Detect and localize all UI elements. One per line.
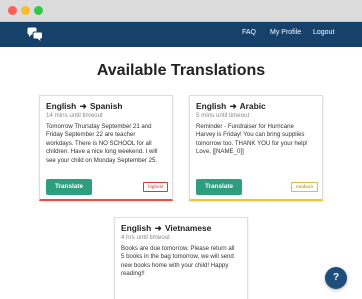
target-language: Spanish — [89, 101, 123, 111]
timeout-text: 4 hrs until timeout — [121, 234, 170, 241]
timeout-text: 14 mins until timeout — [46, 112, 103, 119]
navbar: FAQ My Profile Logout — [0, 22, 362, 47]
card-title: English ➜ Spanish — [46, 101, 123, 111]
source-language: English — [196, 101, 227, 111]
minimize-window-icon[interactable] — [21, 6, 30, 15]
nav-link-my-profile[interactable]: My Profile — [270, 29, 301, 36]
source-language: English — [46, 101, 77, 111]
page-title: Available Translations — [96, 62, 266, 79]
arrow-right-icon: ➜ — [154, 223, 162, 233]
arrow-right-icon: ➜ — [79, 101, 87, 111]
translation-card: English ➜ Arabic 5 mins until timeout Re… — [189, 95, 323, 201]
maximize-window-icon[interactable] — [34, 6, 43, 15]
chat-bubbles-icon[interactable] — [27, 27, 43, 41]
target-language: Arabic — [239, 101, 266, 111]
message-text: Tomorrow Thursday September 21 and Frida… — [46, 123, 158, 164]
help-button[interactable]: ? — [325, 267, 347, 289]
priority-badge: medium — [291, 182, 319, 192]
translate-button[interactable]: Translate — [196, 179, 242, 195]
nav-link-faq[interactable]: FAQ — [242, 29, 256, 36]
card-title: English ➜ Arabic — [196, 101, 266, 111]
translation-card: English ➜ Spanish 14 mins until timeout … — [39, 95, 173, 201]
message-text: Reminder - Fundraiser for Hurricane Harv… — [196, 123, 308, 156]
card-title: English ➜ Vietnamese — [121, 223, 211, 233]
close-window-icon[interactable] — [8, 6, 17, 15]
translation-card: English ➜ Vietnamese 4 hrs until timeout… — [114, 217, 248, 299]
priority-badge: highest — [143, 182, 169, 192]
nav-link-logout[interactable]: Logout — [313, 29, 334, 36]
translate-button[interactable]: Translate — [46, 179, 92, 195]
arrow-right-icon: ➜ — [229, 101, 237, 111]
window-titlebar — [0, 0, 362, 22]
timeout-text: 5 mins until timeout — [196, 112, 250, 119]
target-language: Vietnamese — [164, 223, 212, 233]
source-language: English — [121, 223, 152, 233]
message-text: Books are due tomorrow. Please return al… — [121, 245, 235, 278]
